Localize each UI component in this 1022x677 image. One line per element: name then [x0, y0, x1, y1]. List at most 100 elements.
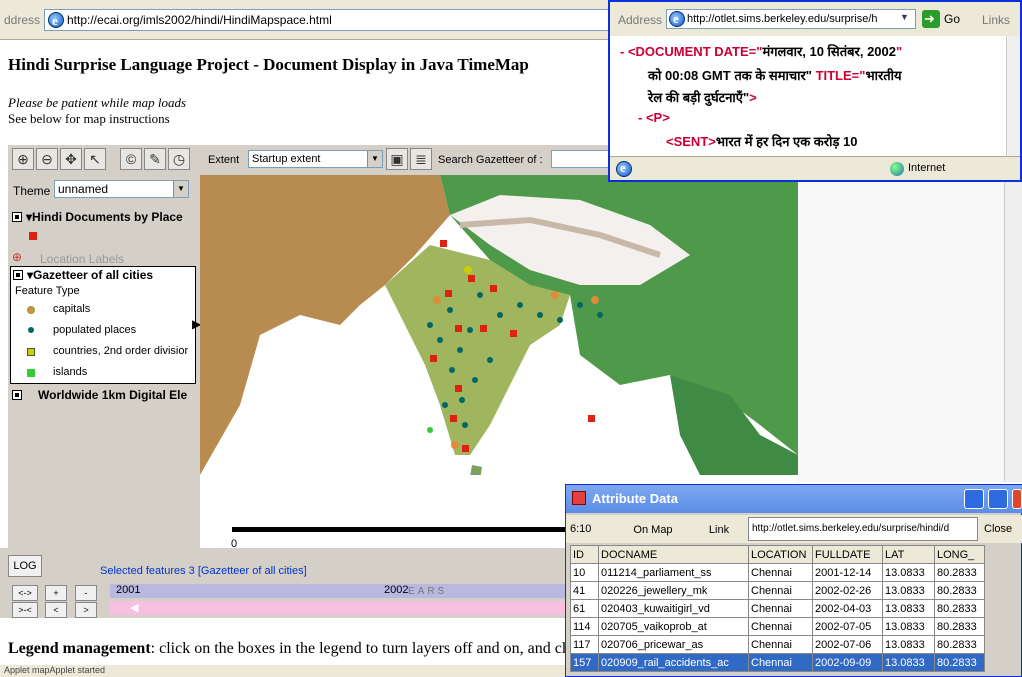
timeline-scale[interactable]: 2001 2002 EARS — [110, 584, 575, 598]
attribute-toolbar: 6:10 On Map Link http://otlet.sims.berke… — [566, 515, 1022, 543]
doc-symbol-icon — [29, 232, 37, 240]
step-forward-button[interactable]: > — [75, 602, 97, 618]
on-map-button[interactable]: On Map — [618, 517, 688, 541]
feature-populated: populated places — [53, 324, 137, 336]
page-title: Hindi Surprise Language Project - Docume… — [8, 55, 529, 74]
timer-icon[interactable]: ◷ — [168, 148, 190, 170]
attribute-title-bar[interactable]: Attribute Data — [566, 485, 1022, 513]
table-cell: Chennai — [748, 617, 813, 636]
ie-page-icon — [669, 10, 685, 28]
years-label: EARS — [408, 586, 448, 597]
table-row[interactable]: 10 011214_parliament_ss Chennai 2001-12-14 1… — [570, 563, 985, 582]
table-cell: 13.0833 — [882, 581, 935, 600]
applet-status: Applet mapApplet started — [0, 665, 575, 677]
chevron-down-icon[interactable]: ▼ — [900, 12, 909, 22]
expand-time-button[interactable]: <-> — [12, 585, 38, 601]
xml-line-2: को 00:08 GMT तक के समाचार" TITLE="भारतीय — [648, 68, 902, 83]
table-cell: 114 — [570, 617, 599, 636]
attribute-data-window: Attribute Data 6:10 On Map Link http://o… — [565, 484, 1022, 677]
log-button[interactable]: LOG — [8, 555, 42, 577]
table-cell: 2001-12-14 — [812, 563, 883, 582]
populated-symbol-icon — [28, 327, 34, 333]
xml-scrollbar[interactable] — [1006, 36, 1020, 156]
table-cell: 61 — [570, 599, 599, 618]
layer-toggle-worldwide[interactable] — [12, 390, 22, 400]
measure-icon[interactable]: ✎ — [144, 148, 166, 170]
zoom-out-time-button[interactable]: - — [75, 585, 97, 601]
contract-time-button[interactable]: >-< — [12, 602, 38, 618]
layer-panel: Theme unnamed ▼ ▾Hindi Documents by Plac… — [8, 175, 201, 575]
gazetteer-layer-box: ▾Gazetteer of all cities Feature Type ca… — [10, 266, 196, 384]
theme-label: Theme — [13, 184, 51, 198]
col-location: LOCATION — [748, 545, 813, 564]
table-cell: Chennai — [748, 581, 813, 600]
theme-select[interactable]: unnamed ▼ — [54, 180, 189, 198]
table-row[interactable]: 157 020909_rail_accidents_ac Chennai 2002-0… — [570, 653, 985, 672]
zoom-extent-icon[interactable]: ▣ — [386, 148, 408, 170]
table-cell: 13.0833 — [882, 599, 935, 618]
xml-line-5: <SENT>भारत में हर दिन एक करोड़ 10 — [666, 134, 858, 149]
table-cell: 80.2833 — [934, 563, 985, 582]
table-cell: 13.0833 — [882, 563, 935, 582]
xml-content: - <DOCUMENT DATE="मंगलवार, 10 सितंबर, 20… — [610, 36, 1006, 156]
page-blank-area — [798, 182, 1022, 482]
instructions-note: See below for map instructions — [8, 111, 170, 126]
layer-hindi-docs: ▾Hindi Documents by Place — [26, 210, 183, 224]
url-field[interactable]: http://ecai.org/imls2002/hindi/HindiMaps… — [44, 9, 614, 31]
table-cell: Chennai — [748, 599, 813, 618]
pan-icon[interactable]: ✥ — [60, 148, 82, 170]
table-cell: Chennai — [748, 635, 813, 654]
address-label-2: Address — [618, 13, 663, 27]
page-scrollbar[interactable] — [1004, 182, 1022, 482]
link-button[interactable]: Link — [694, 517, 744, 541]
close-icon[interactable] — [1012, 489, 1022, 509]
address-bar: ddress http://ecai.org/imls2002/hindi/Hi… — [0, 0, 620, 40]
scale-bar — [232, 527, 572, 532]
table-cell: 2002-09-09 — [812, 653, 883, 672]
table-cell: 2002-07-06 — [812, 635, 883, 654]
internet-zone-label: Internet — [890, 162, 945, 176]
layer-toggle-hindi-docs[interactable] — [12, 212, 22, 222]
export-icon[interactable]: ≣ — [410, 148, 432, 170]
slider-handle-icon[interactable]: ◀ — [130, 601, 138, 614]
extent-select[interactable]: Startup extent ▼ — [248, 150, 383, 168]
layer-toggle-gazetteer[interactable] — [13, 270, 23, 280]
feature-capitals: capitals — [53, 303, 91, 315]
table-cell: 80.2833 — [934, 581, 985, 600]
chevron-down-icon: ▼ — [173, 181, 188, 197]
table-cell: 80.2833 — [934, 599, 985, 618]
attribute-close-button[interactable]: Close — [984, 523, 1012, 535]
table-cell: 2002-04-03 — [812, 599, 883, 618]
select-arrow-icon[interactable]: ↖ — [84, 148, 106, 170]
capitals-symbol-icon — [27, 306, 35, 314]
table-row[interactable]: 114 020705_vaikoprob_at Chennai 2002-07-05 1… — [570, 617, 985, 636]
expand-icon[interactable]: ⊕ — [12, 250, 22, 264]
table-cell: 2002-02-26 — [812, 581, 883, 600]
step-back-button[interactable]: < — [45, 602, 67, 618]
table-row[interactable]: 61 020403_kuwaitigirl_vd Chennai 2002-04-03… — [570, 599, 985, 618]
xml-address-bar: Address http://otlet.sims.berkeley.edu/s… — [610, 2, 1020, 36]
url-text: http://ecai.org/imls2002/hindi/HindiMaps… — [67, 13, 332, 27]
year-2001-label: 2001 — [116, 584, 141, 596]
go-button[interactable]: Go — [922, 9, 966, 29]
attribute-url-field[interactable]: http://otlet.sims.berkeley.edu/surprise/… — [748, 517, 978, 541]
table-cell: 020706_pricewar_as — [598, 635, 749, 654]
table-cell: 80.2833 — [934, 653, 985, 672]
identify-icon[interactable]: © — [120, 148, 142, 170]
table-row[interactable]: 41 020226_jewellery_mk Chennai 2002-02-26 13… — [570, 581, 985, 600]
table-cell: 10 — [570, 563, 599, 582]
links-label[interactable]: Links — [982, 13, 1010, 27]
time-slider[interactable]: ◀ — [110, 601, 575, 615]
table-cell: 80.2833 — [934, 617, 985, 636]
zoom-in-time-button[interactable]: + — [45, 585, 67, 601]
table-cell: 020226_jewellery_mk — [598, 581, 749, 600]
table-cell: 011214_parliament_ss — [598, 563, 749, 582]
xml-url-field[interactable]: http://otlet.sims.berkeley.edu/surprise/… — [666, 9, 916, 29]
table-row[interactable]: 117 020706_pricewar_as Chennai 2002-07-06 13… — [570, 635, 985, 654]
zoom-out-icon[interactable]: ⊖ — [36, 148, 58, 170]
zoom-in-icon[interactable]: ⊕ — [12, 148, 34, 170]
gazetteer-search-input[interactable] — [551, 150, 611, 168]
maximize-icon[interactable] — [988, 489, 1008, 509]
map-canvas[interactable] — [200, 175, 798, 525]
minimize-icon[interactable] — [964, 489, 984, 509]
